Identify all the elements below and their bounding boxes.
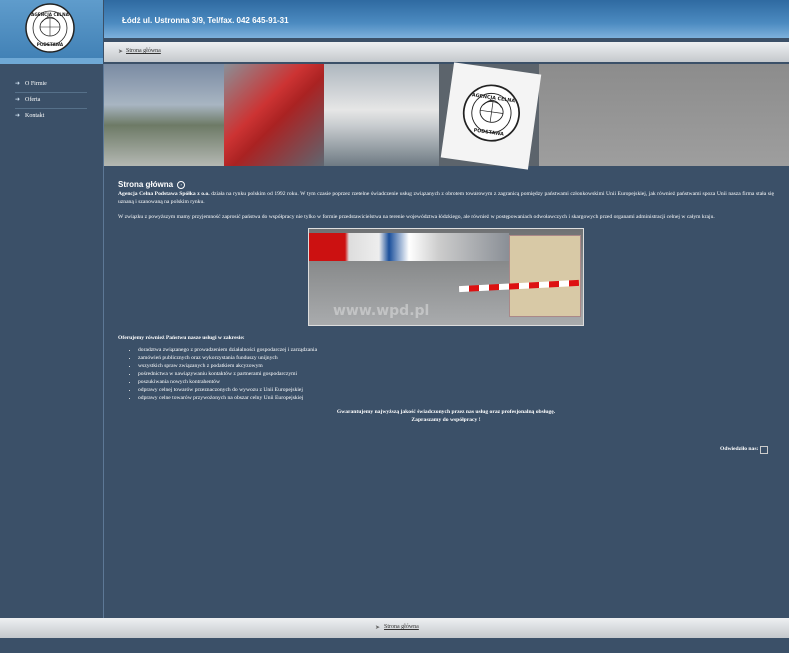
photo-booth [509,235,581,317]
chevron-right-icon: › [177,180,186,189]
page-title: Strona główna › [118,180,774,190]
list-item: odprawy celnej towarów przeznaczonych do… [138,386,774,394]
list-item: poszukiwania nowych kontrahentów [138,378,774,386]
photo-watermark: www.wpd.pl [333,303,430,319]
arrow-icon: ➜ [15,113,21,119]
header-address: Łódź ul. Ustronna 3/9, Tel/fax. 042 645-… [122,16,289,25]
photo-trucks [309,233,509,261]
visit-counter: Odwiedziło nas: [720,446,768,454]
sidebar-item-label: Oferta [25,97,41,103]
list-item: wszystkich spraw związanych z podatkiem … [138,362,774,370]
breadcrumb: ➤ Strona główna [104,42,789,62]
sidebar-item-kontakt[interactable]: ➜ Kontakt [15,110,87,124]
logo-card: AGENCJA CELNA PODSTAWA [440,62,542,170]
sidebar-item-o-firmie[interactable]: ➜ O Firmie [15,78,87,93]
logo-text-top: AGENCJA CELNA [31,12,69,17]
border-crossing-photo: www.wpd.pl [308,228,584,326]
header-banner: AGENCJA CELNA PODSTAWA [104,62,789,170]
page-title-text: Strona główna [118,180,174,189]
breadcrumb-arrow-icon: ➤ [118,49,124,55]
banner-logo-card: AGENCJA CELNA PODSTAWA [439,62,542,170]
logo-area: AGENCJA CELNA PODSTAWA [0,0,103,64]
sidebar-item-label: O Firmie [25,81,47,87]
intro-text: działa na rynku polskim od 1992 roku. W … [118,191,774,205]
main-content: Strona główna › Agencja Celna Podstawa Sp… [118,180,774,424]
closing-line-1: Gwarantujemy najwyższą jakość świadczony… [336,409,556,415]
banner-photo-ship [324,64,439,166]
arrow-icon: ➜ [15,81,21,87]
sidebar: ➜ O Firmie ➜ Oferta ➜ Kontakt [0,64,104,618]
banner-photo-truck [224,64,324,166]
arrow-icon: ➜ [15,97,21,103]
closing-text: Gwarantujemy najwyższą jakość świadczony… [118,408,774,424]
agency-logo: AGENCJA CELNA PODSTAWA [25,3,75,53]
list-item: doradztwa związanego z prowadzeniem dzia… [138,346,774,354]
company-name: Agencja Celna Podstawa Spółka z o.o. [118,191,210,197]
list-item: pośrednictwa w nawiązywaniu kontaktów z … [138,370,774,378]
footer-home-link[interactable]: Strona główna [384,624,419,630]
list-item: zamówień publicznych oraz wykorzystania … [138,354,774,362]
services-heading: Oferujemy również Państwu nasze usługi w… [118,335,245,341]
breadcrumb-home-link[interactable]: Strona główna [126,48,161,54]
footer-bar: ➤ Strona główna [0,618,789,638]
invitation-paragraph: W związku z powyższym mamy przyjemność z… [118,214,715,220]
intro-paragraph: Agencja Celna Podstawa Spółka z o.o. dzi… [118,190,774,206]
agency-logo-large: AGENCJA CELNA PODSTAWA [462,84,520,142]
sidebar-item-label: Kontakt [25,113,45,119]
services-list: doradztwa związanego z prowadzeniem dzia… [118,346,774,402]
banner-photo-border-crossing [104,64,224,166]
closing-line-2: Zapraszamy do współpracy ! [411,417,481,423]
visit-counter-label: Odwiedziło nas: [720,446,759,452]
counter-image-icon [759,446,768,454]
sidebar-item-oferta[interactable]: ➜ Oferta [15,94,87,109]
logo-text-bottom: PODSTAWA [37,42,64,47]
footer-arrow-icon: ➤ [375,625,381,631]
list-item: odprawy celne towarów przywożonych na ob… [138,394,774,402]
